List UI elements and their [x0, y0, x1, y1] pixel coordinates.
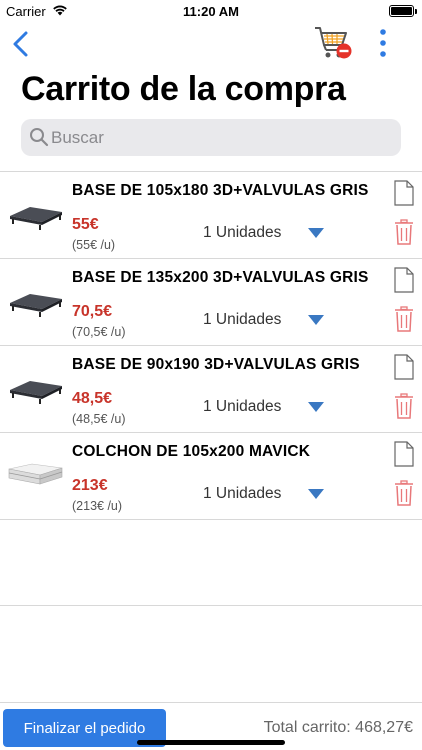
product-price: 70,5€ [72, 303, 113, 320]
status-bar: Carrier 11:20 AM [0, 0, 422, 22]
home-indicator[interactable] [137, 740, 285, 745]
cart-list: BASE DE 105x180 3D+VALVULAS GRIS 55€ (55… [0, 171, 422, 606]
cart-item[interactable]: COLCHON DE 105x200 MAVICK 213€ (213€ /u)… [0, 433, 422, 520]
unit-price: (48,5€ /u) [72, 412, 126, 426]
mattress-thumbnail [8, 463, 63, 485]
document-icon[interactable] [394, 180, 414, 206]
bed-base-thumbnail [10, 381, 62, 404]
page-title: Carrito de la compra [21, 70, 346, 108]
document-icon[interactable] [394, 267, 414, 293]
more-vertical-icon[interactable] [376, 28, 390, 58]
bed-base-thumbnail [10, 207, 62, 230]
product-name: COLCHON DE 105x200 MAVICK [72, 443, 311, 460]
chevron-left-icon[interactable] [10, 30, 34, 58]
product-name: BASE DE 90x190 3D+VALVULAS GRIS [72, 356, 360, 373]
quantity-selector[interactable]: 1 Unidades [203, 485, 281, 503]
search-input[interactable] [51, 119, 391, 156]
cart-item[interactable]: BASE DE 105x180 3D+VALVULAS GRIS 55€ (55… [0, 172, 422, 259]
quantity-selector[interactable]: 1 Unidades [203, 311, 281, 329]
status-time: 11:20 AM [183, 4, 239, 19]
bed-base-thumbnail [10, 294, 62, 317]
caret-down-icon[interactable] [308, 489, 324, 499]
caret-down-icon[interactable] [308, 315, 324, 325]
caret-down-icon[interactable] [308, 402, 324, 412]
cart-total: Total carrito: 468,27€ [263, 719, 413, 736]
product-price: 213€ [72, 477, 108, 494]
unit-price: (213€ /u) [72, 499, 123, 513]
cart-remove-icon[interactable] [314, 25, 352, 61]
unit-price: (55€ /u) [72, 238, 116, 252]
search-icon [30, 128, 49, 147]
product-name: BASE DE 135x200 3D+VALVULAS GRIS [72, 269, 369, 286]
trash-icon[interactable] [394, 393, 414, 419]
unit-price: (70,5€ /u) [72, 325, 126, 339]
quantity-selector[interactable]: 1 Unidades [203, 224, 281, 242]
cart-item[interactable]: BASE DE 135x200 3D+VALVULAS GRIS 70,5€ (… [0, 259, 422, 346]
empty-row [0, 520, 422, 606]
document-icon[interactable] [394, 441, 414, 467]
product-price: 48,5€ [72, 390, 113, 407]
quantity-selector[interactable]: 1 Unidades [203, 398, 281, 416]
caret-down-icon[interactable] [308, 228, 324, 238]
battery-icon [389, 5, 417, 17]
product-price: 55€ [72, 216, 99, 233]
trash-icon[interactable] [394, 306, 414, 332]
cart-item[interactable]: BASE DE 90x190 3D+VALVULAS GRIS 48,5€ (4… [0, 346, 422, 433]
trash-icon[interactable] [394, 480, 414, 506]
search-bar[interactable] [21, 119, 401, 156]
product-name: BASE DE 105x180 3D+VALVULAS GRIS [72, 182, 369, 199]
document-icon[interactable] [394, 354, 414, 380]
trash-icon[interactable] [394, 219, 414, 245]
